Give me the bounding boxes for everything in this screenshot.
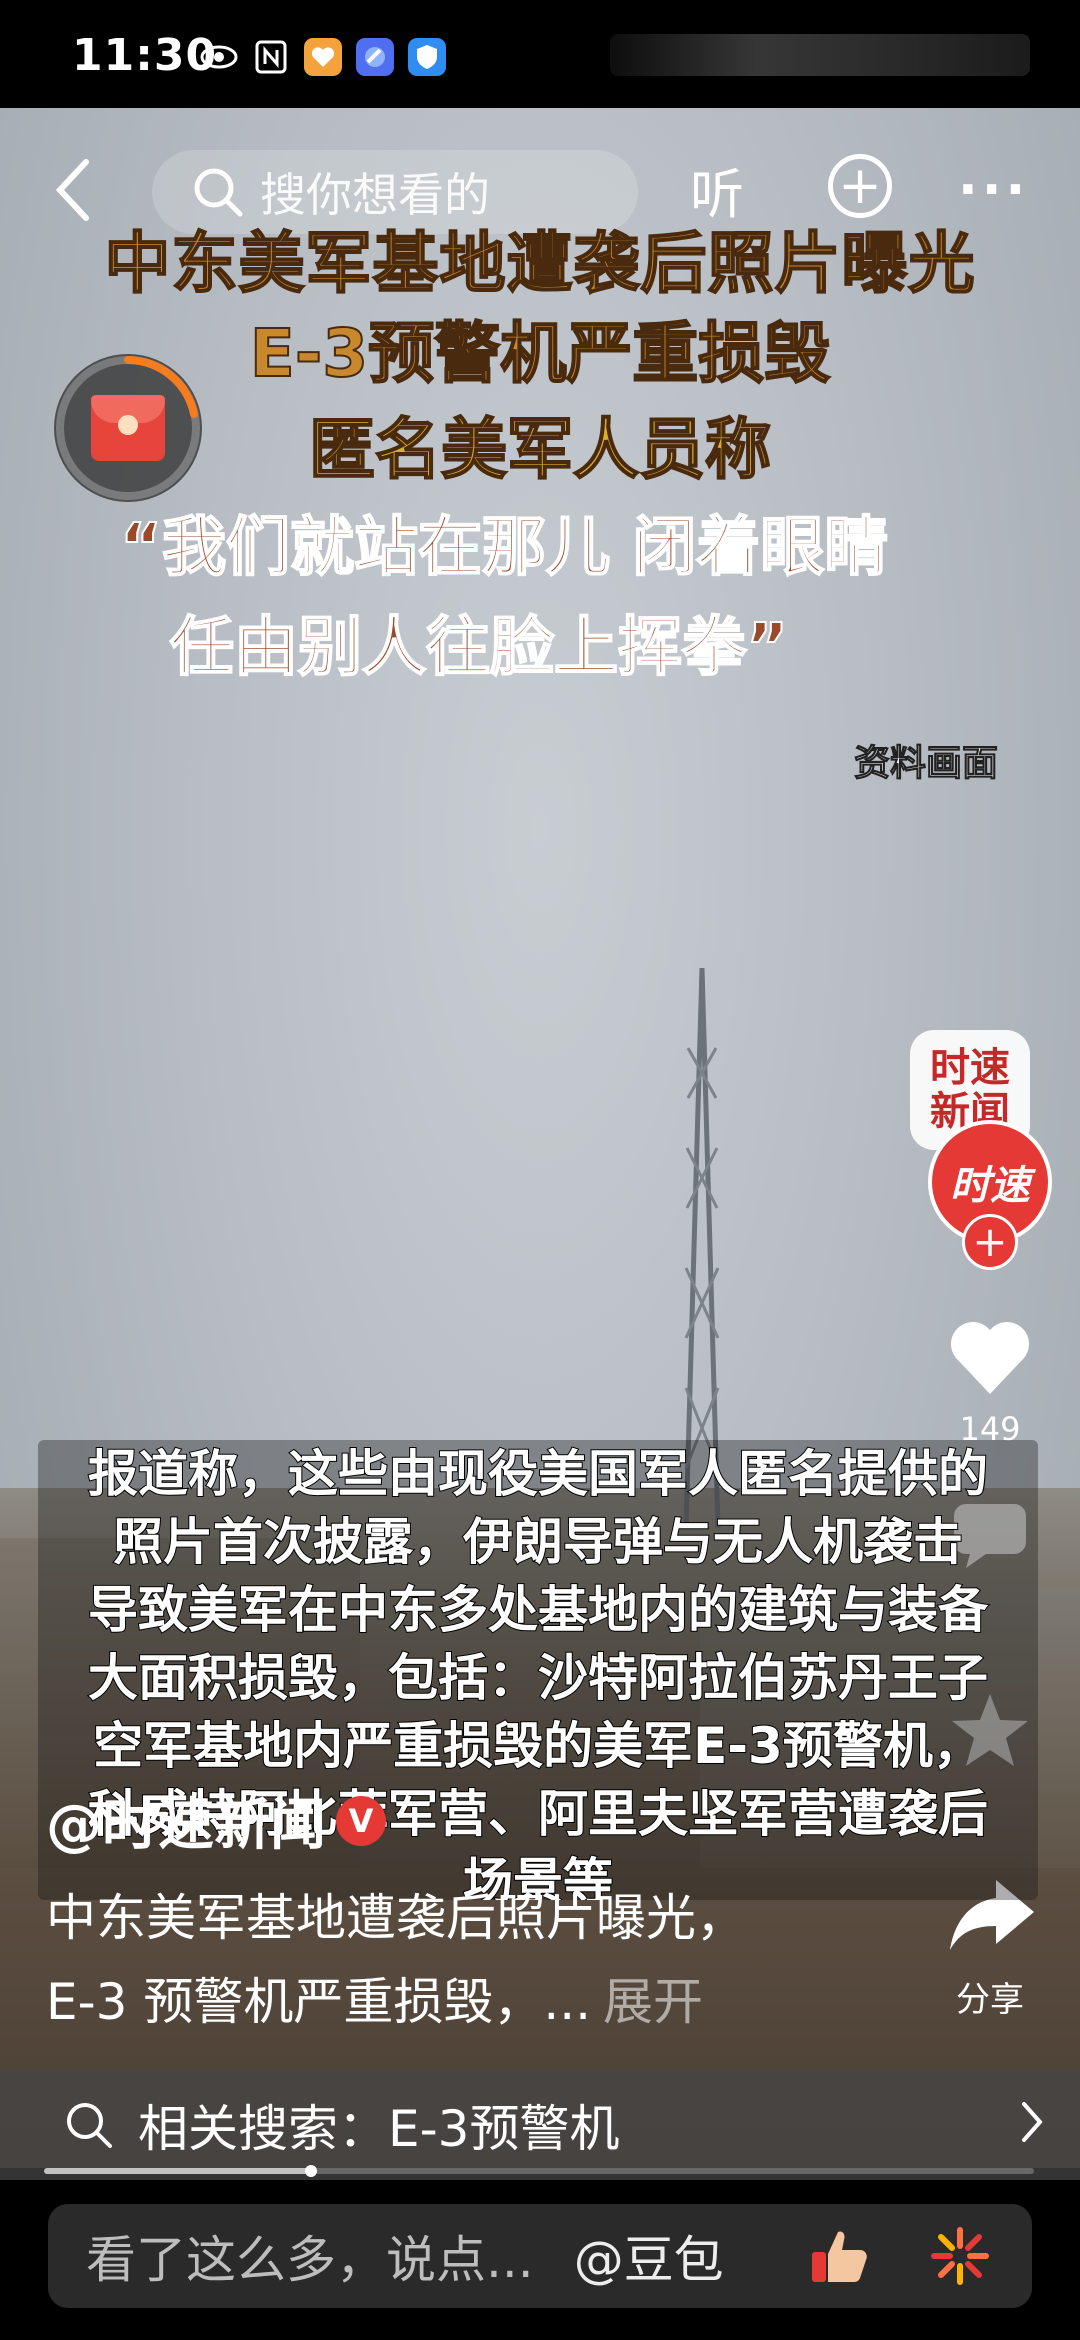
eye-icon: [200, 38, 238, 76]
post-description-line-1: 中东美军基地遭袭后照片曝光，: [46, 1889, 746, 1947]
chevron-right-icon: [1022, 2102, 1043, 2142]
author-handle[interactable]: @时速新闻: [46, 1780, 326, 1861]
plus-icon: +: [838, 156, 882, 216]
status-time: 11:30: [72, 30, 218, 81]
nfc-icon: [252, 38, 290, 76]
shield-app-icon: [408, 38, 446, 76]
like-icon[interactable]: [948, 1318, 1032, 1398]
mention-doubao[interactable]: @豆包: [574, 2220, 724, 2292]
subtitle-line: 照片首次披露，伊朗导弹与无人机袭击: [112, 1512, 964, 1572]
post-description-line-2: E-3 预警机严重损毁，... 展开: [46, 1962, 703, 2034]
plus-icon: +: [972, 1217, 1008, 1266]
video-progress-bar[interactable]: [44, 2165, 1034, 2177]
source-label: 资料画面: [853, 743, 998, 785]
subtitle-line: 大面积损毁，包括：沙特阿拉伯苏丹王子: [87, 1648, 989, 1708]
expand-button[interactable]: 展开: [603, 1973, 703, 2031]
related-search-bar[interactable]: 相关搜索：E-3预警机: [0, 2070, 1080, 2180]
app-heart-icon: [304, 38, 342, 76]
related-search-text: 相关搜索：E-3预警机: [138, 2100, 620, 2158]
thumbs-up-icon[interactable]: [808, 2224, 872, 2288]
subtitle-line: 报道称，这些由现役美国军人匿名提供的: [87, 1444, 989, 1504]
verified-badge-icon: V: [336, 1795, 386, 1846]
subtitle-line: 空军基地内严重损毁的美军E-3预警机，: [92, 1716, 984, 1776]
subtitle-line: 导致美军在中东多处基地内的建筑与装备: [87, 1580, 989, 1640]
comment-placeholder: 看了这么多，说点...: [86, 2231, 534, 2289]
author-name[interactable]: @时速新闻 V: [46, 1780, 386, 1861]
bottom-bar: 看了这么多，说点... @豆包: [0, 2186, 1080, 2340]
share-label: 分享: [956, 1980, 1024, 2020]
follow-button[interactable]: +: [962, 1214, 1018, 1270]
comment-input[interactable]: 看了这么多，说点... @豆包: [48, 2204, 1032, 2308]
red-packet-button[interactable]: [54, 354, 202, 502]
status-right-area: [610, 34, 1030, 76]
video-progress-fill: [44, 2168, 312, 2174]
red-envelope-icon: [91, 395, 165, 461]
status-icons: [200, 38, 446, 76]
firework-icon[interactable]: [928, 2224, 992, 2288]
headline-line-1: 中东美军基地遭袭后照片曝光: [104, 224, 976, 303]
headline-line-4: “我们就站在那儿 闭着眼睛: [119, 510, 889, 586]
headline-line-5: 任由别人往脸上挥拳”: [169, 610, 789, 686]
post-description-text: E-3 预警机严重损毁，...: [46, 1973, 592, 2031]
status-bar: 11:30: [0, 0, 1080, 108]
add-button[interactable]: +: [828, 154, 892, 218]
app-blue-icon: [356, 38, 394, 76]
search-icon: [67, 2103, 112, 2148]
